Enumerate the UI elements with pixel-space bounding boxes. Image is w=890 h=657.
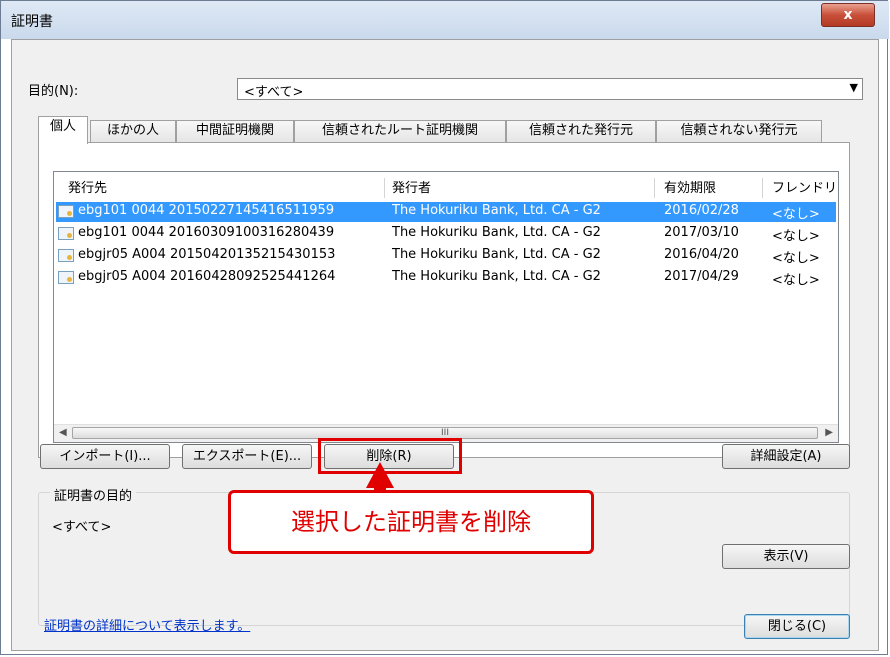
purpose-select[interactable]: <すべて> ▼ xyxy=(237,78,863,100)
column-divider[interactable] xyxy=(654,178,655,198)
column-header-expiration[interactable]: 有効期限 xyxy=(664,176,716,202)
scroll-right-icon[interactable]: ▶ xyxy=(825,427,833,438)
cell-issued-to: ebgjr05 A004 20150420135215430153 xyxy=(78,247,336,262)
close-window-button[interactable]: x xyxy=(821,3,875,27)
chevron-down-icon: ▼ xyxy=(849,81,858,94)
view-button[interactable]: 表示(V) xyxy=(722,544,850,569)
cell-expiration: 2016/02/28 xyxy=(664,203,739,218)
certificate-list[interactable]: 発行先 発行者 有効期限 フレンドリ名 ebg101 0044 20150227… xyxy=(53,171,839,443)
cell-issued-by: The Hokuriku Bank, Ltd. CA - G2 xyxy=(392,225,601,240)
tab-panel: 発行先 発行者 有効期限 フレンドリ名 ebg101 0044 20150227… xyxy=(38,142,850,458)
certificate-icon xyxy=(58,205,74,218)
arrow-up-icon xyxy=(366,462,394,488)
cell-expiration: 2017/04/29 xyxy=(664,269,739,284)
table-row[interactable]: ebgjr05 A004 20150420135215430153 The Ho… xyxy=(56,246,836,266)
column-header-friendly-name[interactable]: フレンドリ名 xyxy=(772,176,838,222)
certificate-dialog: 証明書 x 目的(N): <すべて> ▼ 個人 ほかの人 中間証明機関 信頼され… xyxy=(0,0,889,655)
cell-expiration: 2017/03/10 xyxy=(664,225,739,240)
tab-untrusted-publishers[interactable]: 信頼されない発行元 xyxy=(656,120,822,142)
window-title: 証明書 xyxy=(11,14,53,30)
certificate-icon xyxy=(58,227,74,240)
cell-friendly-name: <なし> xyxy=(772,251,820,266)
cell-issued-by: The Hokuriku Bank, Ltd. CA - G2 xyxy=(392,247,601,262)
scroll-left-icon[interactable]: ◀ xyxy=(59,427,67,438)
column-divider[interactable] xyxy=(762,178,763,198)
purpose-group-title: 証明書の目的 xyxy=(50,485,137,504)
import-button[interactable]: インポート(I)... xyxy=(40,444,170,469)
advanced-button[interactable]: 詳細設定(A) xyxy=(722,444,850,469)
cell-friendly-name: <なし> xyxy=(772,229,820,244)
certificate-icon xyxy=(58,271,74,284)
cell-issued-by: The Hokuriku Bank, Ltd. CA - G2 xyxy=(392,203,601,218)
tab-other-people[interactable]: ほかの人 xyxy=(90,120,176,142)
column-header-issued-by[interactable]: 発行者 xyxy=(392,176,431,202)
table-row[interactable]: ebgjr05 A004 20160428092525441264 The Ho… xyxy=(56,268,836,288)
column-header-issued-to[interactable]: 発行先 xyxy=(68,176,107,202)
purpose-group-value: <すべて> xyxy=(52,520,112,535)
tab-personal[interactable]: 個人 xyxy=(38,116,88,144)
close-button[interactable]: 閉じる(C) xyxy=(744,614,850,639)
cell-issued-to: ebg101 0044 20160309100316280439 xyxy=(78,225,335,240)
cell-issued-to: ebg101 0044 20150227145416511959 xyxy=(78,203,335,218)
cell-issued-by: The Hokuriku Bank, Ltd. CA - G2 xyxy=(392,269,601,284)
certificate-details-link[interactable]: 証明書の詳細について表示します。 xyxy=(44,615,250,634)
cell-friendly-name: <なし> xyxy=(772,273,820,288)
tab-intermediate-ca[interactable]: 中間証明機関 xyxy=(176,120,294,142)
export-button[interactable]: エクスポート(E)... xyxy=(182,444,312,469)
dialog-body: 目的(N): <すべて> ▼ 個人 ほかの人 中間証明機関 信頼されたルート証明… xyxy=(11,39,879,651)
purpose-select-value: <すべて> xyxy=(244,85,304,100)
cell-expiration: 2016/04/20 xyxy=(664,247,739,262)
table-row[interactable]: ebg101 0044 20150227145416511959 The Hok… xyxy=(56,202,836,222)
cell-friendly-name: <なし> xyxy=(772,207,820,222)
title-bar: 証明書 x xyxy=(1,1,889,39)
table-row[interactable]: ebg101 0044 20160309100316280439 The Hok… xyxy=(56,224,836,244)
certificate-icon xyxy=(58,249,74,262)
annotation-callout: 選択した証明書を削除 xyxy=(228,490,594,554)
column-divider[interactable] xyxy=(384,178,385,198)
cell-issued-to: ebgjr05 A004 20160428092525441264 xyxy=(78,269,336,284)
tab-trusted-root-ca[interactable]: 信頼されたルート証明機関 xyxy=(294,120,506,142)
purpose-label: 目的(N): xyxy=(28,84,79,99)
tab-trusted-publishers[interactable]: 信頼された発行元 xyxy=(506,120,656,142)
